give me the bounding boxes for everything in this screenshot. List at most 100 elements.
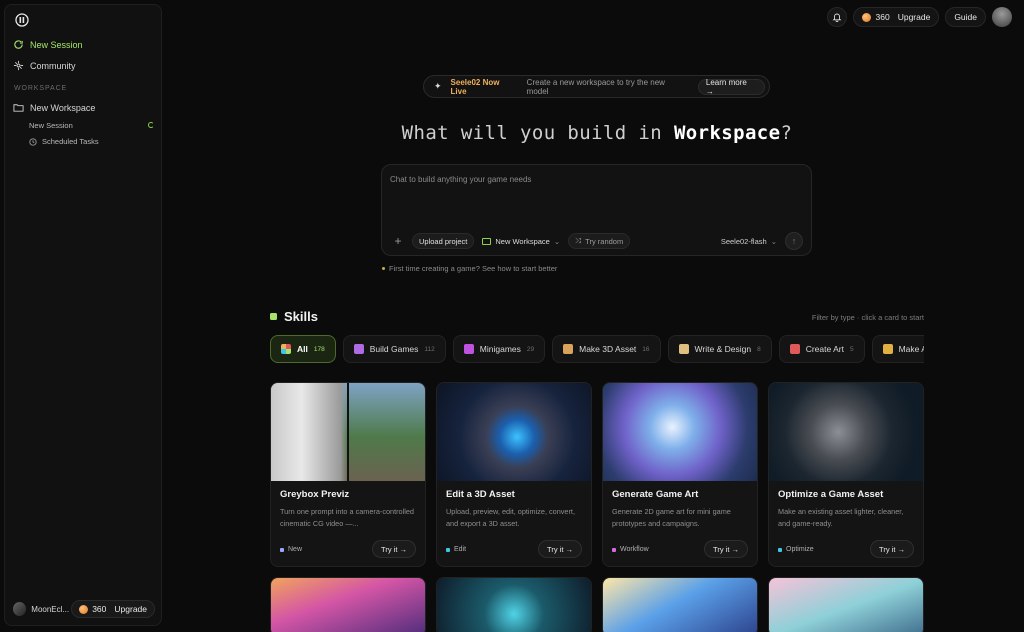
chat-composer: + Upload project New Workspace ⌄ ⤨ Try r… [381, 164, 812, 256]
headline-suffix: ? [780, 122, 793, 144]
workspace-select-label: New Workspace [495, 236, 550, 246]
tab-count: 16 [642, 345, 650, 353]
notifications-button[interactable] [826, 7, 847, 27]
skill-card[interactable] [270, 577, 426, 632]
sidebar: New Session Community WORKSPACE New Work… [4, 4, 162, 626]
card-image [769, 383, 923, 481]
tab-count: 8 [757, 345, 761, 353]
skill-card-generate-game-art[interactable]: Generate Game Art Generate 2D game art f… [602, 382, 758, 567]
learn-more-button[interactable]: Learn more → [697, 78, 765, 96]
tab-build-games[interactable]: Build Games 112 [342, 335, 446, 363]
invader-icon [463, 344, 474, 354]
sparkle-icon: ✦ [434, 81, 442, 91]
headline-emphasis: Workspace [673, 122, 781, 144]
try-it-button[interactable]: Try it → [870, 540, 914, 558]
try-it-button[interactable]: Try it → [372, 540, 416, 558]
card-title: Generate Game Art [612, 489, 699, 500]
card-tag-label: Edit [454, 546, 467, 553]
sidebar-workspace-label: New Workspace [30, 102, 96, 113]
folder-icon [13, 104, 24, 112]
skills-title: Skills [284, 309, 318, 324]
skill-card-edit-3d-asset[interactable]: Edit a 3D Asset Upload, preview, edit, o… [436, 382, 592, 567]
refresh-icon [14, 40, 23, 49]
tab-make-3d-asset[interactable]: Make 3D Asset 16 [552, 335, 661, 363]
tag-dot-icon [612, 547, 616, 552]
skills-square-icon [270, 313, 277, 320]
tag-dot-icon [778, 547, 782, 552]
tab-all[interactable]: All 178 [270, 335, 336, 363]
sidebar-new-session[interactable]: New Session [13, 39, 83, 50]
logo-icon[interactable] [15, 13, 29, 27]
topbar-credits: 360 [875, 12, 890, 22]
sidebar-community-label: Community [30, 60, 76, 71]
invader-icon [353, 344, 364, 354]
tag-dot-icon [280, 547, 284, 552]
bell-icon [832, 13, 841, 22]
upload-project-button[interactable]: Upload project [412, 233, 475, 249]
chevron-down-icon: ⌄ [770, 236, 777, 246]
send-button[interactable]: ↑ [785, 232, 803, 250]
skill-card-optimize-game-asset[interactable]: Optimize a Game Asset Make an existing a… [768, 382, 924, 567]
first-time-hint[interactable]: First time creating a game? See how to s… [382, 264, 557, 273]
try-it-button[interactable]: Try it → [538, 540, 582, 558]
card-tag: New [280, 546, 302, 553]
try-random-button[interactable]: ⤨ Try random [568, 233, 631, 249]
try-it-button[interactable]: Try it → [704, 540, 748, 558]
add-attachment-button[interactable]: + [392, 234, 404, 248]
tab-create-art[interactable]: Create Art 5 [778, 335, 865, 363]
folder-icon [482, 237, 492, 245]
sidebar-upgrade-label: Upgrade [114, 604, 147, 614]
workspace-select[interactable]: New Workspace ⌄ [482, 237, 560, 246]
card-image [769, 578, 923, 632]
grid-icon [281, 344, 291, 354]
tab-label: Create Art [805, 344, 844, 354]
workspace-heading: WORKSPACE [14, 85, 68, 92]
user-avatar[interactable] [13, 602, 27, 616]
skill-card-greybox-previz[interactable]: Greybox Previz Turn one prompt into a ca… [270, 382, 426, 567]
skill-tabs: All 178 Build Games 112 Minigames 29 Mak… [270, 335, 924, 363]
sidebar-sub-new-session-label: New Session [29, 121, 73, 130]
sidebar-footer: MoonEcl... 360 Upgrade [13, 599, 155, 619]
tab-make-a[interactable]: Make A [871, 335, 924, 363]
tab-label: All [297, 344, 308, 354]
upload-project-label: Upload project [419, 236, 468, 246]
sidebar-credits: 360 [92, 604, 107, 614]
pencil-icon [678, 344, 689, 354]
sidebar-community[interactable]: Community [13, 60, 76, 71]
chat-input[interactable] [390, 175, 800, 184]
skill-card[interactable] [436, 577, 592, 632]
card-description: Upload, preview, edit, optimize, convert… [446, 507, 575, 528]
topbar: 360 Upgrade Guide [826, 7, 1012, 27]
tab-count: 112 [424, 345, 435, 353]
card-tag: Edit [446, 546, 466, 553]
guide-button[interactable]: Guide [945, 7, 986, 27]
skill-cards: Greybox Previz Turn one prompt into a ca… [270, 382, 924, 632]
chevron-down-icon: ⌄ [553, 236, 561, 246]
skills-heading: Skills [270, 309, 318, 324]
skill-card[interactable] [602, 577, 758, 632]
sidebar-new-session-label: New Session [30, 39, 83, 50]
chart-icon [882, 344, 893, 354]
sidebar-workspace[interactable]: New Workspace [13, 102, 95, 113]
coin-icon [861, 12, 871, 22]
sidebar-sub-new-session[interactable]: New Session [29, 121, 73, 130]
sidebar-credits-upgrade[interactable]: 360 Upgrade [71, 600, 155, 618]
sidebar-sub-scheduled-tasks[interactable]: Scheduled Tasks [29, 137, 99, 146]
tab-write-design[interactable]: Write & Design 8 [667, 335, 772, 363]
sidebar-sub-scheduled-tasks-label: Scheduled Tasks [42, 137, 99, 146]
announcement-live: Seele02 Now Live [450, 77, 500, 96]
brush-icon [789, 344, 800, 354]
user-name[interactable]: MoonEcl... [31, 605, 71, 614]
card-description: Make an existing asset lighter, cleaner,… [778, 507, 904, 528]
credits-upgrade-button[interactable]: 360 Upgrade [852, 7, 940, 27]
model-select[interactable]: Seele02-flash ⌄ [721, 237, 777, 246]
community-icon [13, 60, 24, 71]
tag-dot-icon [446, 547, 450, 552]
tab-minigames[interactable]: Minigames 29 [452, 335, 546, 363]
page-title: What will you build in Workspace? [270, 122, 924, 144]
card-image [271, 578, 425, 632]
card-image [271, 383, 425, 481]
profile-avatar[interactable] [992, 7, 1012, 27]
skill-card[interactable] [768, 577, 924, 632]
card-tag: Workflow [612, 546, 649, 553]
